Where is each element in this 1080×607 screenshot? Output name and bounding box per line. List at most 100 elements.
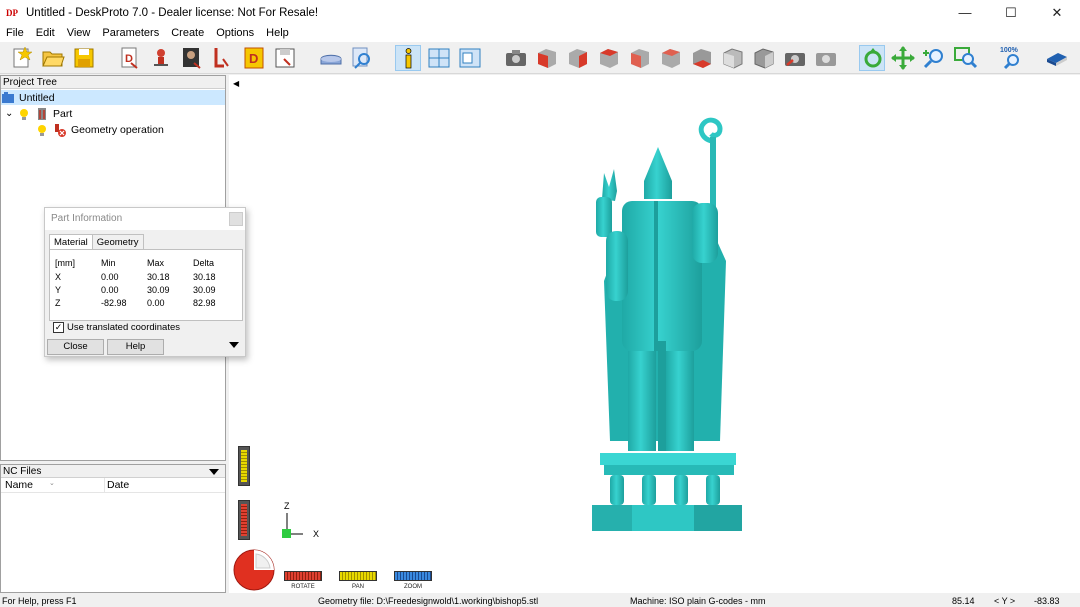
nc-files-header[interactable]: NC Files xyxy=(1,465,225,478)
pan-strip[interactable] xyxy=(339,571,377,581)
status-x-coordinate: 85.14 xyxy=(952,596,975,606)
window-title: Untitled - DeskProto 7.0 - Dealer licens… xyxy=(26,6,319,19)
undo-view-icon[interactable] xyxy=(782,45,808,71)
project-icon xyxy=(1,91,15,105)
dialog-title-bar[interactable]: Part Information xyxy=(45,208,245,230)
row-y-max: 30.09 xyxy=(147,285,170,295)
delete-part-icon[interactable]: D xyxy=(241,45,267,71)
save-icon[interactable] xyxy=(71,45,97,71)
rotate-label: ROTATE xyxy=(291,584,315,590)
tree-item-untitled[interactable]: Untitled xyxy=(1,90,225,105)
inspect-icon[interactable] xyxy=(349,45,375,71)
title-bar: DP Untitled - DeskProto 7.0 - Dealer lic… xyxy=(0,0,1080,25)
menu-create[interactable]: Create xyxy=(165,25,210,42)
tree-item-geometry-operation[interactable]: Geometry operation xyxy=(35,122,164,137)
close-button[interactable]: ✕ xyxy=(1034,0,1080,25)
row-x-max: 30.18 xyxy=(147,272,170,282)
tab-material[interactable]: Material xyxy=(49,234,93,250)
grid-header-min: Min xyxy=(101,258,116,268)
collapse-arrow-icon[interactable]: ◀ xyxy=(233,79,239,88)
svg-text:D: D xyxy=(249,51,258,66)
column-name[interactable]: Name ⌄ xyxy=(1,478,105,492)
row-z-axis: Z xyxy=(55,298,61,308)
grid-header-max: Max xyxy=(147,258,165,268)
view-left-icon[interactable] xyxy=(596,45,622,71)
axis-z-label: Z xyxy=(284,501,290,511)
lightbulb-icon[interactable] xyxy=(17,107,31,121)
export-icon[interactable] xyxy=(210,45,236,71)
row-x-min: 0.00 xyxy=(101,272,119,282)
row-y-axis: Y xyxy=(55,285,62,295)
sort-icon: ⌄ xyxy=(49,480,55,487)
view-iso2-icon[interactable] xyxy=(751,45,777,71)
view-bottom-icon[interactable] xyxy=(689,45,715,71)
rotate-icon[interactable] xyxy=(859,45,885,71)
view-front-icon[interactable] xyxy=(534,45,560,71)
expand-dialog-icon[interactable] xyxy=(229,342,239,348)
camera-icon[interactable] xyxy=(503,45,529,71)
tab-geometry[interactable]: Geometry xyxy=(91,234,144,249)
maximize-button[interactable]: ☐ xyxy=(988,0,1034,25)
grid-header-unit: [mm] xyxy=(55,258,75,268)
status-geometry-file: Geometry file: D:\Freedesignwold\1.worki… xyxy=(318,596,539,606)
geometry-operation-icon xyxy=(53,123,67,137)
chevron-down-icon[interactable]: ⌄ xyxy=(5,108,17,119)
import-geometry-icon[interactable]: D xyxy=(117,45,143,71)
dialog-close-icon[interactable] xyxy=(229,212,243,226)
row-x-axis: X xyxy=(55,272,62,282)
status-bar: For Help, press F1 Geometry file: D:\Fre… xyxy=(0,596,1080,607)
menu-view[interactable]: View xyxy=(61,25,97,42)
row-z-delta: 82.98 xyxy=(193,298,216,308)
view-back-icon[interactable] xyxy=(565,45,591,71)
red-slider[interactable] xyxy=(238,500,250,540)
menu-help[interactable]: Help xyxy=(260,25,295,42)
layout-icon[interactable] xyxy=(426,45,452,71)
help-button[interactable]: Help xyxy=(107,339,164,355)
pan-icon[interactable] xyxy=(890,45,916,71)
use-translated-coordinates-checkbox[interactable]: ✓ Use translated coordinates xyxy=(53,322,180,333)
view-right-icon[interactable] xyxy=(627,45,653,71)
book-icon[interactable] xyxy=(1044,45,1070,71)
dialog-title: Part Information xyxy=(51,213,123,224)
status-y-axis-label: < Y > xyxy=(994,596,1016,606)
import-vector-icon[interactable] xyxy=(148,45,174,71)
column-date[interactable]: Date xyxy=(105,478,129,492)
new-project-icon[interactable] xyxy=(9,45,35,71)
rotate-dial[interactable] xyxy=(232,548,276,592)
save-nc-icon[interactable] xyxy=(272,45,298,71)
zoom-window-icon[interactable] xyxy=(952,45,978,71)
close-dialog-button[interactable]: Close xyxy=(47,339,104,355)
dropdown-icon[interactable] xyxy=(209,469,219,475)
app-icon: DP xyxy=(6,7,18,18)
3d-viewport[interactable]: ◀ Z X xyxy=(229,75,1080,593)
minimize-button[interactable]: — xyxy=(942,0,988,25)
menu-options[interactable]: Options xyxy=(210,25,260,42)
menu-edit[interactable]: Edit xyxy=(30,25,61,42)
zoom-100-icon[interactable]: 100% xyxy=(999,45,1025,71)
zoom-strip[interactable] xyxy=(394,571,432,581)
part-dimensions-grid: [mm] Min Max Delta X 0.00 30.18 30.18 Y … xyxy=(49,249,243,321)
menu-file[interactable]: File xyxy=(0,25,30,42)
view-iso-icon[interactable] xyxy=(720,45,746,71)
info-icon[interactable] xyxy=(395,45,421,71)
rotate-strip[interactable] xyxy=(284,571,322,581)
status-y-coordinate: -83.83 xyxy=(1034,596,1060,606)
redo-view-icon[interactable] xyxy=(813,45,839,71)
open-icon[interactable] xyxy=(40,45,66,71)
yellow-slider[interactable] xyxy=(238,446,250,486)
lightbulb-icon[interactable] xyxy=(35,123,49,137)
axis-origin xyxy=(282,529,291,538)
zoom-label: ZOOM xyxy=(404,584,422,590)
bishop-model xyxy=(592,117,742,531)
select-icon[interactable] xyxy=(318,45,344,71)
zoom-icon[interactable] xyxy=(921,45,947,71)
menu-parameters[interactable]: Parameters xyxy=(96,25,165,42)
nc-files-panel: NC Files Name ⌄ Date xyxy=(0,464,226,593)
window-icon[interactable] xyxy=(457,45,483,71)
status-machine: Machine: ISO plain G-codes - mm xyxy=(630,596,766,606)
view-top-icon[interactable] xyxy=(658,45,684,71)
grid-header-delta: Delta xyxy=(193,258,215,268)
tree-item-part[interactable]: ⌄ Part xyxy=(5,106,72,121)
import-bitmap-icon[interactable] xyxy=(179,45,205,71)
checkbox-box[interactable]: ✓ xyxy=(53,322,64,333)
